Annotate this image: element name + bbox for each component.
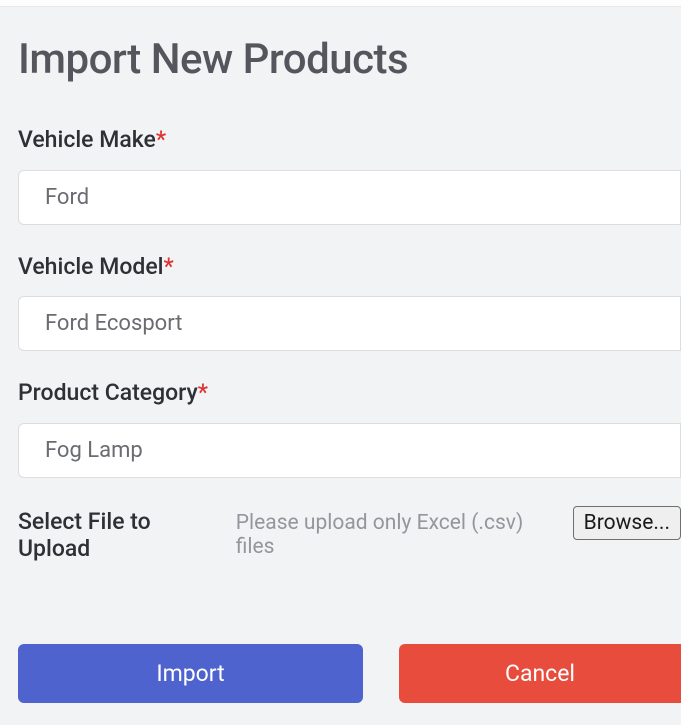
browse-button[interactable]: Browse... [573,506,681,540]
form-container: Import New Products Vehicle Make* Vehicl… [0,7,681,562]
required-mark: * [198,379,208,406]
required-mark: * [164,253,174,280]
cancel-button[interactable]: Cancel [399,644,681,703]
top-bar [0,0,681,7]
product-category-input[interactable] [18,423,681,478]
import-button[interactable]: Import [18,644,363,703]
vehicle-make-input[interactable] [18,170,681,225]
vehicle-make-label: Vehicle Make [18,126,156,153]
vehicle-model-input[interactable] [18,296,681,351]
product-category-group: Product Category* [18,379,681,478]
vehicle-model-label: Vehicle Model [18,253,164,280]
required-mark: * [156,126,166,153]
vehicle-make-group: Vehicle Make* [18,126,681,225]
vehicle-model-group: Vehicle Model* [18,253,681,352]
action-button-row: Import Cancel [18,644,681,703]
product-category-label: Product Category [18,379,198,406]
file-upload-hint: Please upload only Excel (.csv) files [236,511,563,559]
file-upload-label: Select File to Upload [18,508,226,562]
file-upload-row: Select File to Upload Please upload only… [18,506,681,562]
page-title: Import New Products [18,35,681,84]
